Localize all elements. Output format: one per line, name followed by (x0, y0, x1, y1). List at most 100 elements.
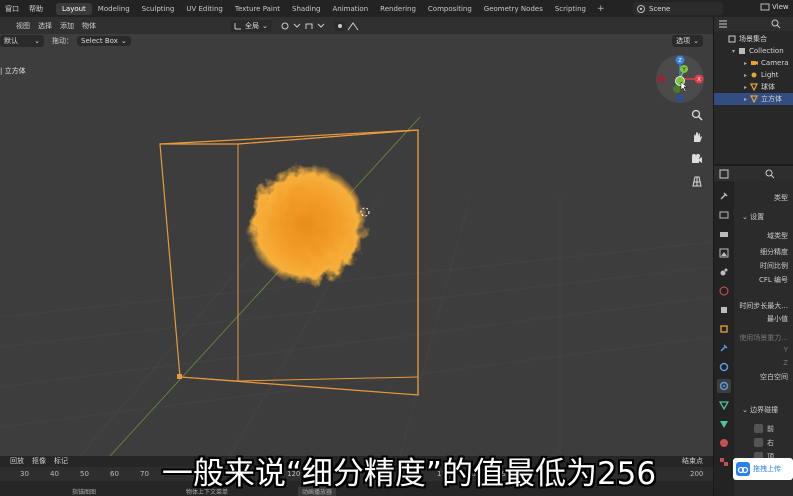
tab-modeling[interactable]: Modeling (92, 3, 136, 15)
transform-orientation-value: 全局 (245, 21, 259, 30)
section-settings[interactable]: ⌄ 设置 (742, 212, 764, 222)
outliner-item-cube[interactable]: ▸ 立方体 (714, 93, 793, 105)
menu-help[interactable]: 帮助 (24, 4, 48, 14)
mesh-icon (750, 95, 758, 103)
outliner-item-light[interactable]: ▸ Light (714, 69, 793, 81)
add-workspace-button[interactable]: + (592, 4, 610, 14)
expand-arrow-icon[interactable]: ▾ (732, 48, 735, 55)
editor-type-icon[interactable] (718, 19, 728, 29)
gizmo-z-label: Z (678, 58, 682, 64)
perspective-toggle-button[interactable] (689, 173, 705, 189)
zoom-button[interactable] (689, 107, 705, 123)
tab-constraints[interactable] (717, 398, 731, 412)
checkbox-right[interactable] (754, 438, 763, 447)
select-mode-value: Select Box (81, 37, 118, 45)
tab-uv-editing[interactable]: UV Editing (180, 3, 229, 15)
viewport-menu-select[interactable]: 选择 (34, 21, 56, 31)
outliner-item-camera[interactable]: ▸ Camera (714, 57, 793, 69)
chevron-down-icon: ⌄ (34, 37, 40, 45)
tab-shading[interactable]: Shading (286, 3, 326, 15)
tab-particles[interactable] (717, 360, 731, 374)
prop-domain-type: 域类型 (767, 232, 788, 240)
scene-selector[interactable]: Scene (633, 2, 723, 15)
transform-orientation-dropdown[interactable]: 全局 ⌄ (230, 19, 272, 32)
active-object-label: | 立方体 (0, 67, 26, 75)
tab-world[interactable] (717, 284, 731, 298)
scene-icon (720, 268, 728, 276)
tab-sculpting[interactable]: Sculpting (136, 3, 181, 15)
world-icon (719, 286, 729, 296)
editor-type-icon[interactable] (719, 169, 729, 179)
tab-geometry-nodes[interactable]: Geometry Nodes (478, 3, 549, 15)
search-icon[interactable] (765, 169, 775, 179)
mesh-icon (750, 83, 758, 91)
menu-window[interactable]: 窗口 (0, 4, 24, 14)
navigation-gizmo[interactable]: Z X Y (655, 54, 705, 104)
viewport-menu-object[interactable]: 物体 (78, 21, 100, 31)
tab-rendering[interactable]: Rendering (374, 3, 422, 15)
outliner-item-label: Light (761, 71, 779, 79)
tab-compositing[interactable]: Compositing (422, 3, 478, 15)
viewport-canvas[interactable] (0, 17, 713, 456)
tab-tool[interactable] (717, 189, 731, 203)
prop-resolution-divisions: 细分精度 (760, 248, 788, 256)
orientation-dropdown[interactable]: 默认 ⌄ (0, 35, 44, 47)
smoke-domain-volume (247, 165, 367, 285)
tab-layout[interactable]: Layout (56, 2, 92, 15)
tab-scripting[interactable]: Scripting (549, 3, 592, 15)
falloff-icon[interactable] (346, 21, 360, 31)
outliner-item-label: Camera (761, 59, 789, 67)
outliner-item-collection[interactable]: ▾ Collection (714, 45, 793, 57)
prop-empty-space: 空白空间 (760, 373, 788, 381)
outliner-scene-collection[interactable]: 场景集合 (714, 33, 793, 45)
render-icon (719, 211, 729, 219)
tab-texture-paint[interactable]: Texture Paint (229, 3, 286, 15)
options-label: 选项 (676, 37, 691, 45)
section-border-collisions[interactable]: ⌄ 边界碰撞 (742, 405, 778, 415)
physics-icon (719, 381, 729, 391)
particles-icon (719, 362, 729, 372)
snapping-icon[interactable] (304, 21, 334, 31)
tab-data[interactable] (717, 417, 731, 431)
light-icon (751, 72, 757, 78)
wrench-blue-icon (720, 344, 728, 352)
proportional-editing-toggle[interactable] (333, 20, 346, 31)
printer-icon (720, 232, 728, 237)
prop-time-scale: 时间比例 (760, 262, 788, 270)
checkbox-front[interactable] (754, 424, 763, 433)
view-layer-icon (760, 3, 770, 11)
tab-modifiers[interactable] (717, 341, 731, 355)
tab-scene[interactable] (717, 265, 731, 279)
select-mode-dropdown[interactable]: Select Box ⌄ (77, 36, 131, 46)
tab-animation[interactable]: Animation (326, 3, 374, 15)
object-icon (720, 325, 728, 333)
camera-view-button[interactable] (689, 151, 705, 167)
tab-object[interactable] (717, 322, 731, 336)
grid-icon (692, 176, 702, 187)
viewport-menu-view[interactable]: 视图 (12, 21, 34, 31)
expand-arrow-icon[interactable]: ▸ (744, 84, 747, 91)
3d-viewport[interactable]: 视图 选择 添加 物体 全局 ⌄ 默认 ⌄ 拖动： Select Box ⌄ 选… (0, 17, 713, 456)
search-icon[interactable] (771, 19, 781, 29)
tab-material[interactable] (717, 436, 731, 450)
scene-name: Scene (649, 4, 671, 13)
view-layer-selector[interactable]: View (760, 2, 789, 12)
tab-collection[interactable] (717, 303, 731, 317)
pan-button[interactable] (689, 129, 705, 145)
hand-icon (694, 132, 702, 142)
expand-arrow-icon[interactable]: ▸ (744, 96, 747, 103)
viewport-menu-add[interactable]: 添加 (56, 21, 78, 31)
expand-arrow-icon[interactable]: ▸ (744, 60, 747, 67)
prop-timesteps-min: 最小值 (767, 315, 788, 323)
magnifier-icon (691, 109, 703, 121)
pivot-point-icon[interactable] (280, 21, 304, 31)
tab-physics[interactable] (717, 379, 731, 393)
tab-output[interactable] (717, 227, 731, 241)
outliner-item-sphere[interactable]: ▸ 球体 (714, 81, 793, 93)
material-icon (720, 439, 728, 447)
expand-arrow-icon[interactable]: ▸ (744, 72, 747, 79)
options-dropdown[interactable]: 选项 ⌄ (672, 35, 703, 47)
tab-view-layer[interactable] (717, 246, 731, 260)
chevron-down-icon: ⌄ (120, 37, 127, 45)
tab-render[interactable] (717, 208, 731, 222)
